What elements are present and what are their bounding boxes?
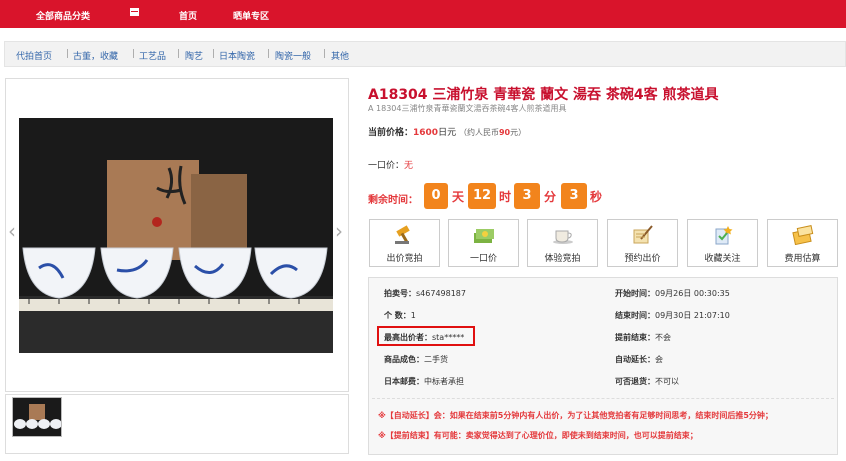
bid-button[interactable]: 出价竞拍	[369, 219, 440, 267]
current-price-label: 当前价格：	[368, 128, 414, 138]
rmb-note-prefix: （约人民币	[458, 128, 499, 137]
auction-info-panel	[368, 277, 838, 455]
buyout-value: 无	[404, 161, 414, 171]
reserve-bid-button[interactable]: 预约出价	[607, 219, 678, 267]
breadcrumb-item[interactable]: 代拍首页	[16, 49, 52, 62]
early-end-label: 提前结束：	[615, 333, 655, 342]
product-thumbnail[interactable]	[12, 397, 62, 437]
early-end-note: ※【提前结束】有可能：卖家觉得达到了心理价位，即使未到结束时间，也可以提前结束；	[378, 431, 698, 440]
start-time-label: 开始时间：	[615, 289, 655, 298]
next-image-arrow-icon[interactable]: ›	[333, 218, 345, 244]
tea-bowls-image	[19, 118, 333, 353]
info-divider	[372, 398, 834, 399]
menu-icon[interactable]	[130, 8, 139, 16]
breadcrumb-item[interactable]: 陶艺	[185, 49, 203, 62]
early-end-row: 提前结束：不会	[615, 332, 671, 343]
product-title: A18304 三浦竹泉 青華瓷 蘭文 湯吞 茶碗4客 煎茶道具	[368, 87, 719, 103]
breadcrumb-separator: |	[66, 49, 70, 59]
end-time-value: 09月30日 21:07:10	[655, 311, 730, 320]
favorite-button-label: 收藏关注	[704, 254, 741, 264]
reserve-bid-button-label: 预约出价	[624, 254, 661, 264]
breadcrumb-item[interactable]: 陶瓷一般	[275, 49, 311, 62]
condition-row: 商品成色：二手货	[384, 354, 448, 365]
hours-unit: 时	[499, 190, 512, 204]
highest-bidder-label: 最高出价者：	[384, 333, 432, 342]
breadcrumb-item[interactable]: 其他	[331, 49, 349, 62]
gavel-icon	[395, 225, 410, 244]
auto-extend-note: ※【自动延长】会：如果在结束前5分钟内有人出价，为了让其他竞拍者有足够时间思考，…	[378, 411, 773, 420]
early-end-value: 不会	[655, 333, 671, 342]
highest-bidder-value: sta*****	[432, 333, 465, 342]
breadcrumb-separator: |	[212, 49, 216, 59]
fee-estimate-button-label: 费用估算	[784, 254, 821, 264]
bid-button-label: 出价竞拍	[386, 254, 423, 264]
current-price-line: 当前价格：1600日元 （约人民币90元）	[368, 125, 526, 138]
price-value: 1600	[413, 128, 439, 138]
shipping-value: 中标者承担	[424, 377, 464, 386]
auction-id-value: s467498187	[416, 289, 466, 298]
buyout-button[interactable]: 一口价	[448, 219, 519, 267]
cash-icon	[474, 229, 494, 243]
fee-estimate-button[interactable]: 费用估算	[767, 219, 838, 267]
thumbnail-image	[13, 398, 61, 436]
start-time-row: 开始时间：09月26日 00:30:35	[615, 288, 730, 299]
condition-label: 商品成色：	[384, 355, 424, 364]
remaining-time-label: 剩余时间：	[368, 195, 418, 206]
breadcrumb-separator: |	[323, 49, 327, 59]
minutes-unit: 分	[544, 190, 557, 204]
seconds-box: 3	[561, 183, 587, 209]
rmb-note-suffix: 元）	[510, 128, 527, 137]
breadcrumb: 代拍首页 | 古董，收藏 | 工艺品 | 陶艺 | 日本陶瓷 | 陶瓷一般 | …	[4, 41, 846, 67]
breadcrumb-item[interactable]: 古董，收藏	[73, 49, 118, 62]
shipping-row: 日本邮费：中标者承担	[384, 376, 464, 387]
breadcrumb-item[interactable]: 工艺品	[139, 49, 166, 62]
scroll-quill-icon	[633, 225, 653, 244]
prev-image-arrow-icon[interactable]: ‹	[6, 218, 18, 244]
bookmark-star-icon	[715, 226, 733, 245]
condition-value: 二手货	[424, 355, 448, 364]
trial-bid-button-label: 体验竞拍	[544, 254, 581, 264]
coffee-cup-icon	[553, 230, 573, 244]
quantity-value: 1	[410, 311, 416, 320]
buyout-line: 一口价：无	[368, 158, 413, 171]
auto-extend-row: 自动延长：会	[615, 354, 663, 365]
buyout-label: 一口价：	[368, 161, 405, 171]
end-time-row: 结束时间：09月30日 21:07:10	[615, 310, 730, 321]
auto-extend-label: 自动延长：	[615, 355, 655, 364]
returns-row: 可否退货：不可以	[615, 376, 679, 387]
breadcrumb-separator: |	[177, 49, 181, 59]
auction-id-label: 拍卖号：	[384, 289, 416, 298]
auto-extend-value: 会	[655, 355, 663, 364]
hours-box: 12	[468, 183, 496, 209]
product-photo[interactable]	[19, 118, 333, 353]
minutes-box: 3	[514, 183, 540, 209]
returns-value: 不可以	[655, 377, 679, 386]
end-time-label: 结束时间：	[615, 311, 655, 320]
days-box: 0	[424, 183, 448, 209]
calculator-icon	[792, 225, 814, 245]
days-unit: 天	[452, 190, 465, 204]
buyout-button-label: 一口价	[469, 254, 497, 264]
quantity-label: 个 数：	[384, 311, 411, 320]
auction-id-row: 拍卖号：s467498187	[384, 288, 466, 299]
breadcrumb-item[interactable]: 日本陶瓷	[219, 49, 255, 62]
top-nav-bar: 全部商品分类 首页 晒单专区	[0, 0, 846, 28]
breadcrumb-separator: |	[132, 49, 136, 59]
trial-bid-button[interactable]: 体验竞拍	[527, 219, 598, 267]
highest-bidder-row: 最高出价者：sta*****	[384, 332, 464, 343]
all-categories-link[interactable]: 全部商品分类	[36, 9, 90, 22]
seconds-unit: 秒	[590, 190, 603, 204]
start-time-value: 09月26日 00:30:35	[655, 289, 730, 298]
price-unit: 日元	[438, 128, 457, 138]
breadcrumb-separator: |	[267, 49, 271, 59]
shipping-label: 日本邮费：	[384, 377, 424, 386]
home-link[interactable]: 首页	[179, 9, 197, 22]
product-subtitle: A 18304三浦竹泉青華瓷蘭文湯吞茶碗4客人煎茶道用具	[368, 104, 567, 113]
quantity-row: 个 数：1	[384, 310, 416, 321]
showcase-link[interactable]: 晒单专区	[233, 9, 269, 22]
rmb-value: 90	[498, 128, 511, 137]
favorite-button[interactable]: 收藏关注	[687, 219, 758, 267]
returns-label: 可否退货：	[615, 377, 655, 386]
